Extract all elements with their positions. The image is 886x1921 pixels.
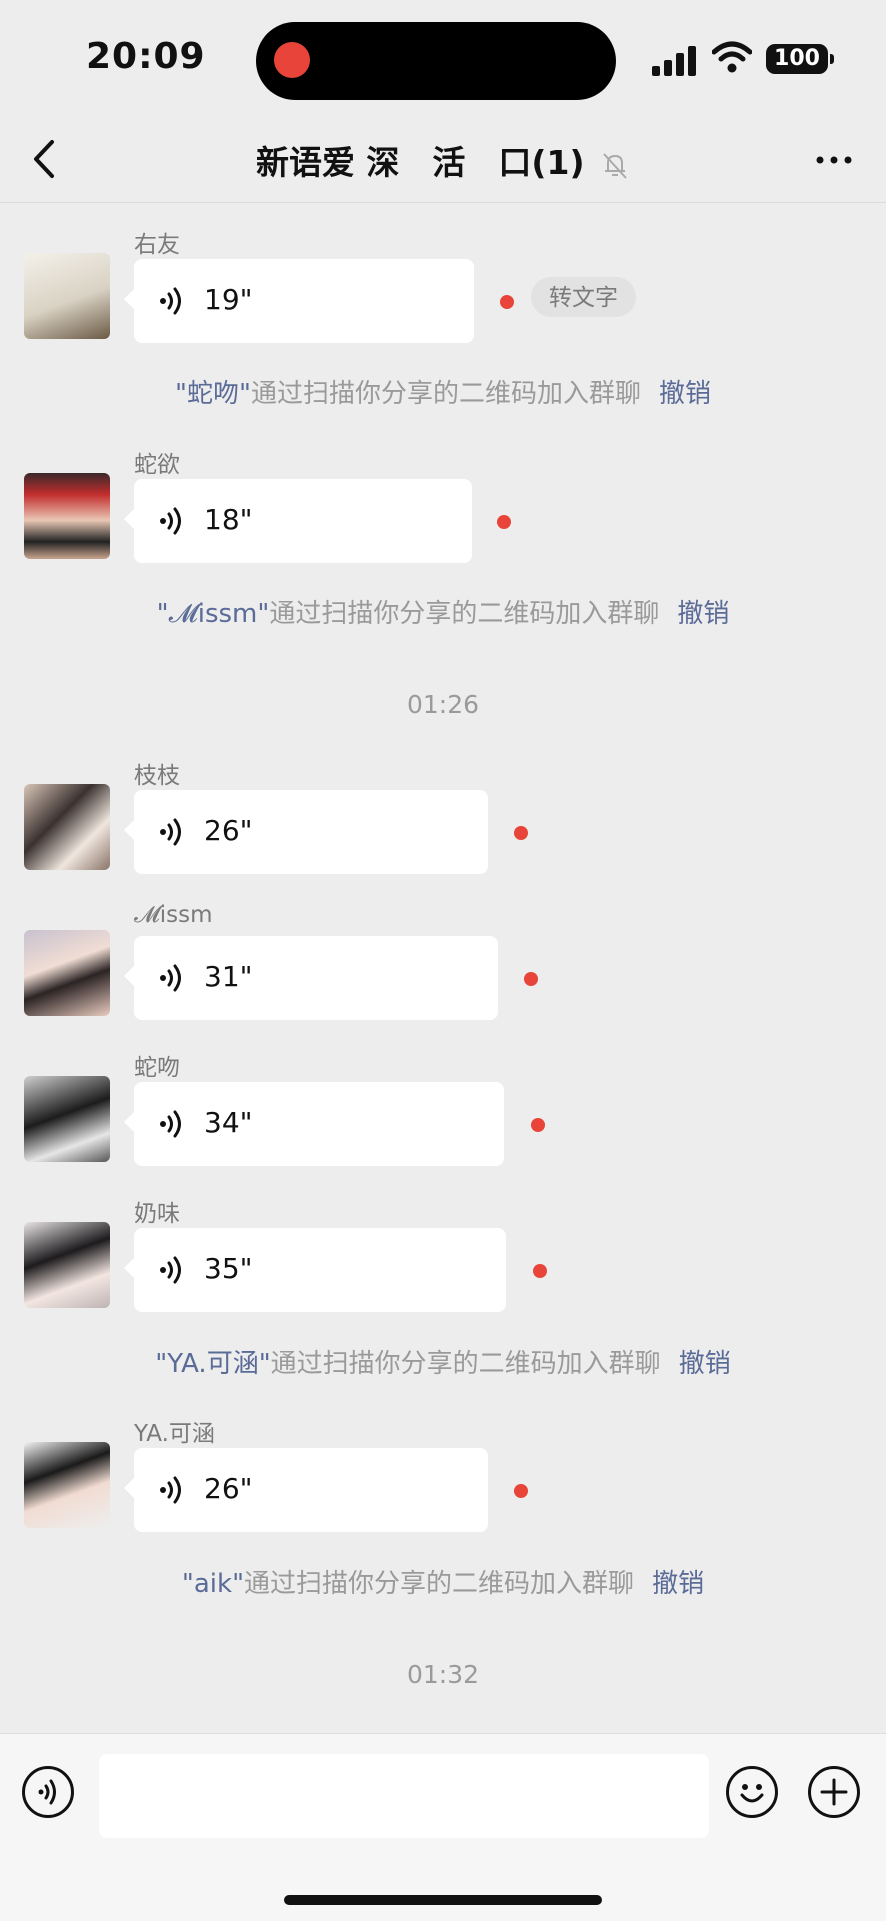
message-row: 蛇欲 18" [0,445,886,565]
message-row: 奶味 35" [0,1194,886,1314]
voice-input-icon [38,1779,56,1805]
smiley-icon [740,1784,764,1803]
wifi-icon [712,41,752,73]
avatar[interactable] [24,473,110,559]
notice-member-name[interactable]: "蛇吻" [175,379,251,409]
voice-message-bubble[interactable]: 26" [124,790,488,874]
voice-input-button[interactable] [22,1766,74,1818]
avatar[interactable] [24,1442,110,1528]
chat-header: 新语爱 深 活 口(1) [0,120,886,203]
voice-message-bubble[interactable]: 34" [124,1082,504,1166]
voice-wave-icon [160,818,181,846]
notice-member-name[interactable]: "aik" [182,1569,244,1599]
home-indicator[interactable] [284,1895,602,1905]
sender-name: 右友 [134,232,180,258]
emoji-button[interactable] [726,1766,778,1818]
voice-message-bubble[interactable]: 26" [124,1448,488,1532]
voice-wave-icon [160,1476,181,1504]
voice-duration: 26" [204,814,253,847]
timestamp-divider: 01:26 [406,690,480,719]
voice-duration: 31" [204,960,253,993]
system-notice: "𝓜issm"通过扫描你分享的二维码加入群聊 撤销 [0,593,886,630]
undo-link[interactable]: 撤销 [652,1569,704,1599]
cellular-signal-icon [652,44,698,76]
voice-duration: 26" [204,1472,253,1505]
muted-bell-icon [603,152,627,179]
message-row: 枝枝 26" [0,756,886,876]
undo-link[interactable]: 撤销 [679,1349,731,1379]
avatar[interactable] [24,784,110,870]
notice-text: 通过扫描你分享的二维码加入群聊 [270,1349,661,1379]
sender-name: YA.可涵 [134,1421,215,1447]
avatar[interactable] [24,1076,110,1162]
chat-input-bar [0,1733,886,1921]
status-time: 20:09 [86,36,206,77]
voice-wave-icon [160,507,181,535]
sender-name: 枝枝 [134,763,180,789]
battery-indicator: 100 [766,44,834,74]
unread-dot [531,1118,545,1132]
voice-wave-icon [160,1256,181,1284]
timestamp-divider: 01:32 [406,1660,480,1689]
notice-text: 通过扫描你分享的二维码加入群聊 [269,599,660,629]
message-row: 右友 19" 转文字 [0,225,886,345]
recording-indicator-icon [274,42,310,78]
system-notice: "aik"通过扫描你分享的二维码加入群聊 撤销 [0,1563,886,1600]
voice-wave-icon [160,964,181,992]
notice-member-name[interactable]: "YA.可涵" [155,1349,270,1379]
voice-wave-icon [160,287,181,315]
message-list[interactable]: 右友 19" 转文字 "蛇吻"通过扫描你分享的二维码加入群聊撤销 蛇欲 18" [0,203,886,1733]
message-input[interactable] [99,1754,709,1838]
more-functions-button[interactable] [808,1766,860,1818]
unread-dot [514,826,528,840]
voice-duration: 18" [204,503,253,536]
voice-duration: 19" [204,283,253,316]
notice-text: 通过扫描你分享的二维码加入群聊 [250,379,641,409]
avatar[interactable] [24,930,110,1016]
more-options-icon[interactable] [812,138,856,182]
notice-text: 通过扫描你分享的二维码加入群聊 [244,1569,635,1599]
convert-to-text-button[interactable]: 转文字 [531,277,636,317]
dynamic-island [256,22,616,100]
system-notice: "蛇吻"通过扫描你分享的二维码加入群聊 撤销 [0,373,886,410]
message-row: YA.可涵 26" [0,1414,886,1534]
unread-dot [500,295,514,309]
unread-dot [524,972,538,986]
notice-member-name[interactable]: "𝓜issm" [157,599,270,629]
message-row: 蛇吻 34" [0,1048,886,1168]
chat-title-text: 新语爱 深 活 口(1) [255,143,585,182]
unread-dot [497,515,511,529]
voice-message-bubble[interactable]: 35" [124,1228,506,1312]
unread-dot [514,1484,528,1498]
chat-title: 新语爱 深 活 口(1) [0,136,886,184]
avatar[interactable] [24,253,110,339]
voice-message-bubble[interactable]: 31" [124,936,498,1020]
voice-duration: 34" [204,1106,253,1139]
sender-name: 蛇吻 [134,1055,180,1081]
system-notice: "YA.可涵"通过扫描你分享的二维码加入群聊 撤销 [0,1343,886,1380]
sender-name: 蛇欲 [134,452,180,478]
undo-link[interactable]: 撤销 [677,599,729,629]
sender-name: 奶味 [134,1201,180,1227]
status-bar: 20:09 100 [0,0,886,120]
voice-wave-icon [160,1110,181,1138]
avatar[interactable] [24,1222,110,1308]
unread-dot [533,1264,547,1278]
voice-duration: 35" [204,1252,253,1285]
undo-link[interactable]: 撤销 [659,379,711,409]
sender-name: 𝓜issm [134,902,213,928]
message-row: 𝓜issm 31" [0,902,886,1022]
plus-icon [820,1778,848,1806]
voice-message-bubble[interactable]: 19" [124,259,474,343]
voice-message-bubble[interactable]: 18" [124,479,472,563]
